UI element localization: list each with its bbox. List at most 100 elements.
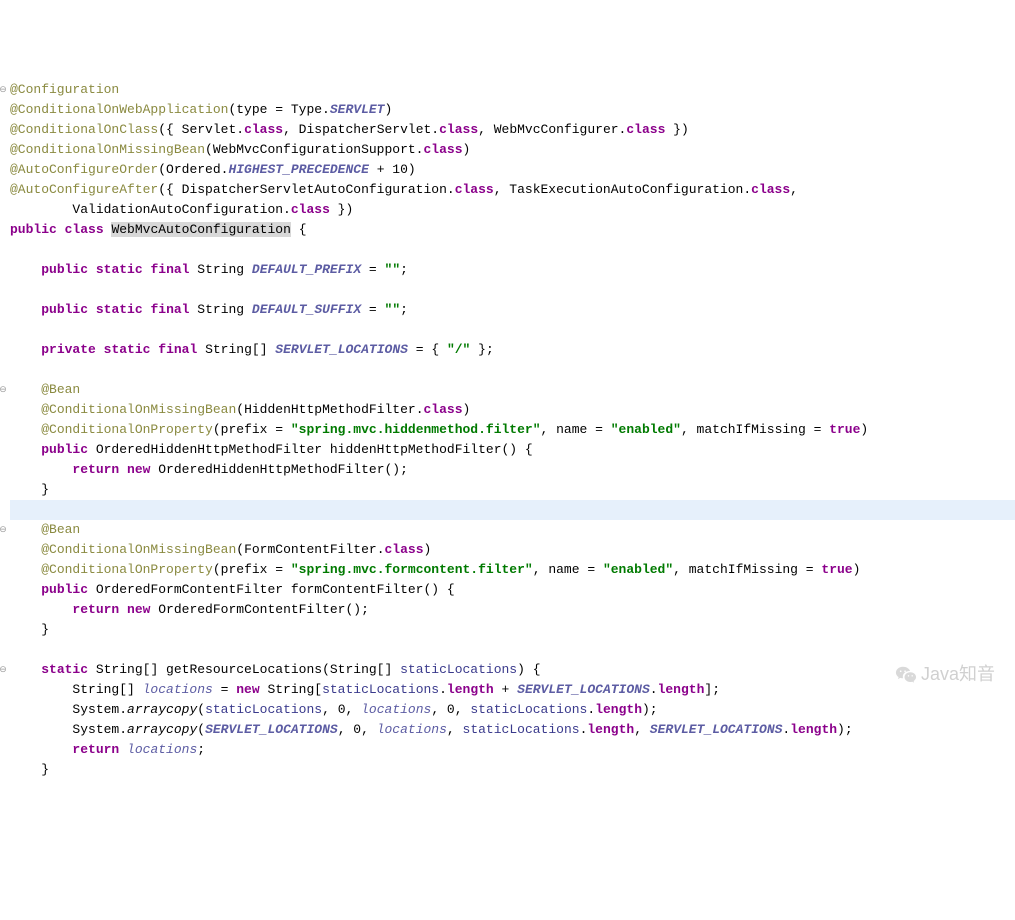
code-line[interactable]: @ConditionalOnMissingBean(WebMvcConfigur…: [10, 140, 1015, 160]
code-editor[interactable]: ⊖@Configuration@ConditionalOnWebApplicat…: [0, 80, 1015, 780]
fold-toggle-icon[interactable]: ⊖: [0, 660, 8, 680]
token-kw: static: [104, 342, 151, 357]
code-line[interactable]: public OrderedHiddenHttpMethodFilter hid…: [10, 440, 1015, 460]
token-kw: private: [41, 342, 96, 357]
token-kw: final: [150, 262, 189, 277]
token-kw: static: [41, 662, 88, 677]
token-methoditalic: arraycopy: [127, 702, 197, 717]
code-line[interactable]: return locations;: [10, 740, 1015, 760]
token-ann: @ConditionalOnClass: [10, 122, 158, 137]
token-ann: @ConditionalOnMissingBean: [10, 142, 205, 157]
token-classref: class: [423, 142, 462, 157]
token-varitalic: locations: [143, 682, 213, 697]
code-line[interactable]: public OrderedFormContentFilter formCont…: [10, 580, 1015, 600]
token-classref: class: [424, 402, 463, 417]
token-kw: return: [72, 462, 119, 477]
code-line[interactable]: ⊖ @Bean: [10, 520, 1015, 540]
token-str: "": [385, 302, 401, 317]
token-typeconst: HIGHEST_PRECEDENCE: [228, 162, 368, 177]
token-fieldconst: SERVLET_LOCATIONS: [205, 722, 338, 737]
code-line[interactable]: @ConditionalOnMissingBean(HiddenHttpMeth…: [10, 400, 1015, 420]
token-kw: static: [96, 302, 143, 317]
code-line[interactable]: @ConditionalOnMissingBean(FormContentFil…: [10, 540, 1015, 560]
token-kw: return: [72, 742, 119, 757]
token-prop: length: [790, 722, 837, 737]
token-ann: @AutoConfigureOrder: [10, 162, 158, 177]
code-line[interactable]: System.arraycopy(staticLocations, 0, loc…: [10, 700, 1015, 720]
token-kw: public: [41, 302, 88, 317]
token-str: "enabled": [611, 422, 681, 437]
token-kw: static: [96, 262, 143, 277]
token-ann: @ConditionalOnWebApplication: [10, 102, 228, 117]
token-prop: length: [595, 702, 642, 717]
token-kw: new: [127, 462, 150, 477]
token-kw: class: [65, 222, 104, 237]
code-line[interactable]: }: [10, 620, 1015, 640]
token-param: staticLocations: [205, 702, 322, 717]
code-line[interactable]: @ConditionalOnClass({ Servlet.class, Dis…: [10, 120, 1015, 140]
token-param: staticLocations: [400, 662, 517, 677]
token-kw: public: [41, 262, 88, 277]
token-varitalic: locations: [377, 722, 447, 737]
code-line[interactable]: @ConditionalOnProperty(prefix = "spring.…: [10, 560, 1015, 580]
token-ann: @Bean: [41, 522, 80, 537]
code-line[interactable]: private static final String[] SERVLET_LO…: [10, 340, 1015, 360]
code-line[interactable]: System.arraycopy(SERVLET_LOCATIONS, 0, l…: [10, 720, 1015, 740]
token-ann: @ConditionalOnMissingBean: [41, 542, 236, 557]
token-typeconst: SERVLET: [330, 102, 385, 117]
token-fieldconst: SERVLET_LOCATIONS: [650, 722, 783, 737]
fold-toggle-icon[interactable]: ⊖: [0, 380, 8, 400]
code-line[interactable]: @ConditionalOnWebApplication(type = Type…: [10, 100, 1015, 120]
token-kw: public: [10, 222, 57, 237]
token-param: staticLocations: [470, 702, 587, 717]
code-line[interactable]: public class WebMvcAutoConfiguration {: [10, 220, 1015, 240]
fold-toggle-icon[interactable]: ⊖: [0, 80, 8, 100]
token-fieldconst: DEFAULT_SUFFIX: [252, 302, 361, 317]
code-line[interactable]: public static final String DEFAULT_SUFFI…: [10, 300, 1015, 320]
token-kw: true: [829, 422, 860, 437]
fold-toggle-icon[interactable]: ⊖: [0, 520, 8, 540]
token-str: "spring.mvc.hiddenmethod.filter": [291, 422, 541, 437]
token-fieldconst: DEFAULT_PREFIX: [252, 262, 361, 277]
token-ann: @ConditionalOnMissingBean: [41, 402, 236, 417]
token-kw: return: [72, 602, 119, 617]
token-str: "/": [447, 342, 470, 357]
token-classref: class: [626, 122, 665, 137]
code-line[interactable]: @ConditionalOnProperty(prefix = "spring.…: [10, 420, 1015, 440]
token-str: "": [385, 262, 401, 277]
code-line[interactable]: }: [10, 480, 1015, 500]
code-line[interactable]: [10, 240, 1015, 260]
code-line[interactable]: String[] locations = new String[staticLo…: [10, 680, 1015, 700]
code-line[interactable]: public static final String DEFAULT_PREFI…: [10, 260, 1015, 280]
token-fieldconst: SERVLET_LOCATIONS: [517, 682, 650, 697]
token-ann: @Configuration: [10, 82, 119, 97]
token-methoditalic: arraycopy: [127, 722, 197, 737]
code-line[interactable]: }: [10, 760, 1015, 780]
code-line[interactable]: @AutoConfigureOrder(Ordered.HIGHEST_PREC…: [10, 160, 1015, 180]
token-kw: true: [821, 562, 852, 577]
token-ann: @ConditionalOnProperty: [41, 562, 213, 577]
code-line[interactable]: @AutoConfigureAfter({ DispatcherServletA…: [10, 180, 1015, 200]
token-classref: class: [244, 122, 283, 137]
token-kw: public: [41, 442, 88, 457]
code-line[interactable]: ⊖ @Bean: [10, 380, 1015, 400]
code-line[interactable]: return new OrderedHiddenHttpMethodFilter…: [10, 460, 1015, 480]
code-line[interactable]: [10, 320, 1015, 340]
token-str: "enabled": [603, 562, 673, 577]
token-varitalic: locations: [361, 702, 431, 717]
token-ann: @AutoConfigureAfter: [10, 182, 158, 197]
code-line[interactable]: [10, 280, 1015, 300]
code-line[interactable]: return new OrderedFormContentFilter();: [10, 600, 1015, 620]
code-line[interactable]: ⊖ static String[] getResourceLocations(S…: [10, 660, 1015, 680]
code-line[interactable]: ⊖@Configuration: [10, 80, 1015, 100]
code-line[interactable]: [10, 360, 1015, 380]
code-line[interactable]: ValidationAutoConfiguration.class }): [10, 200, 1015, 220]
token-kw: public: [41, 582, 88, 597]
token-classref: class: [385, 542, 424, 557]
token-prop: length: [587, 722, 634, 737]
token-str: "spring.mvc.formcontent.filter": [291, 562, 533, 577]
token-classref: class: [455, 182, 494, 197]
code-line[interactable]: [10, 500, 1015, 520]
code-line[interactable]: [10, 640, 1015, 660]
token-sel: WebMvcAutoConfiguration: [111, 222, 290, 237]
